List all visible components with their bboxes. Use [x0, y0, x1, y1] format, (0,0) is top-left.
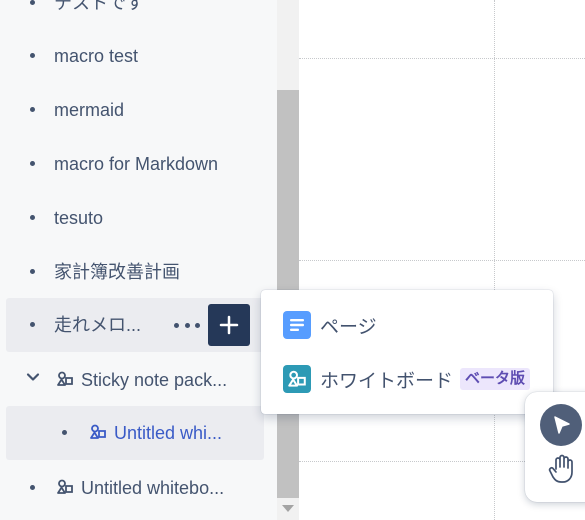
whiteboard-icon [57, 371, 73, 386]
sidebar-item-label: macro for Markdown [54, 154, 219, 174]
chevron-down-icon[interactable] [26, 370, 40, 384]
whiteboard-icon [283, 365, 311, 393]
bullet-icon [30, 0, 35, 5]
create-menu: ページ ホワイトボード ベータ版 [261, 290, 553, 414]
grid-line [299, 58, 585, 59]
bullet-icon [30, 485, 35, 490]
sidebar: テストです macro test mermaid macro for Markd… [0, 0, 277, 520]
sidebar-item-label: tesuto [54, 208, 104, 228]
more-actions-button[interactable] [172, 315, 202, 335]
grid-line [299, 260, 585, 261]
sidebar-item-label: Untitled whi... [114, 423, 223, 443]
bullet-icon [30, 53, 35, 58]
scroll-down-arrow-icon[interactable] [282, 505, 294, 512]
sidebar-item-label: Sticky note pack... [81, 370, 228, 390]
sidebar-item-budget-plan[interactable]: 家計簿改善計画 [6, 249, 264, 295]
plus-icon [219, 315, 239, 335]
sidebar-item-label: 家計簿改善計画 [54, 262, 180, 282]
sidebar-item-hashire-melos[interactable]: 走れメロ... [6, 298, 264, 352]
more-dot-icon [195, 322, 200, 328]
bullet-icon [30, 107, 35, 112]
more-dot-icon [184, 322, 190, 328]
sidebar-item-label: 走れメロ... [54, 315, 142, 335]
sidebar-item-label: テストです [54, 0, 144, 13]
whiteboard-icon [90, 424, 106, 439]
menu-item-whiteboard[interactable]: ホワイトボード ベータ版 [261, 354, 553, 404]
menu-item-label: ホワイトボード [320, 370, 454, 392]
grid-line [494, 0, 495, 520]
sidebar-item-test[interactable]: テストです [6, 0, 264, 26]
sidebar-item-label: macro test [54, 46, 139, 66]
hand-icon[interactable] [547, 454, 575, 484]
sidebar-item-macro-for-markdown[interactable]: macro for Markdown [6, 141, 264, 187]
whiteboard-icon [57, 479, 73, 494]
sidebar-item-label: Untitled whitebo... [81, 478, 225, 498]
sidebar-item-label: mermaid [54, 100, 125, 120]
sidebar-item-untitled-whiteboard-selected[interactable]: Untitled whi... [6, 406, 264, 460]
sidebar-item-tesuto[interactable]: tesuto [6, 195, 264, 241]
bullet-icon [30, 269, 35, 274]
more-dot-icon [174, 322, 179, 328]
bullet-icon [30, 161, 35, 166]
select-tool-button[interactable] [540, 404, 582, 446]
menu-item-label: ページ [320, 316, 377, 338]
bullet-icon [30, 322, 35, 327]
menu-item-page[interactable]: ページ [261, 300, 553, 350]
whiteboard-toolbar [525, 392, 585, 502]
page-icon [283, 311, 311, 339]
sidebar-item-macro-test[interactable]: macro test [6, 33, 264, 79]
pointer-icon [554, 416, 570, 434]
sidebar-item-mermaid[interactable]: mermaid [6, 87, 264, 133]
bullet-icon [62, 430, 67, 435]
sidebar-item-untitled-whiteboard[interactable]: Untitled whitebo... [6, 465, 264, 511]
beta-badge: ベータ版 [460, 368, 531, 390]
bullet-icon [30, 215, 35, 220]
sidebar-item-sticky-note-pack[interactable]: Sticky note pack... [6, 357, 264, 403]
add-child-button[interactable] [208, 304, 250, 346]
